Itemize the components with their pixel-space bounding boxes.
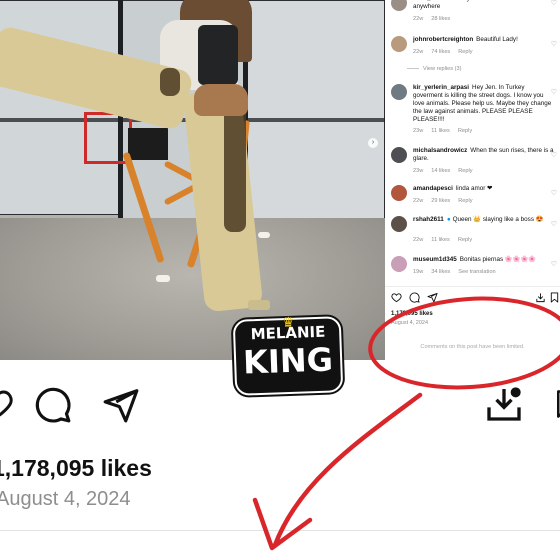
avatar[interactable]	[391, 0, 407, 11]
mini-action-bar	[391, 292, 559, 304]
comment-text: Beautiful Lady!	[476, 36, 518, 43]
heart-icon[interactable]	[391, 292, 402, 303]
chair-back	[128, 128, 168, 160]
comment-time: 22w	[413, 198, 424, 204]
comment-reply[interactable]: Reply	[458, 198, 472, 204]
comment-like-icon[interactable]: ♡	[551, 0, 557, 7]
comment-likes[interactable]: 74 likes	[431, 49, 450, 55]
tent-panel-right	[245, 0, 385, 222]
comment-text: linda amor ❤	[455, 185, 493, 192]
share-icon[interactable]	[427, 292, 438, 303]
comment-likes[interactable]: 11 likes	[431, 237, 450, 243]
vest	[198, 25, 238, 85]
mini-post-date: August 4, 2024	[391, 320, 429, 326]
comment-likes[interactable]: 29 likes	[431, 198, 450, 204]
carousel-next-icon[interactable]: ›	[368, 138, 378, 148]
big-post-date: August 4, 2024	[0, 488, 131, 510]
comment-like-icon[interactable]: ♡	[551, 151, 557, 159]
comment-reply[interactable]: Reply	[458, 168, 472, 174]
pants-stain	[224, 102, 246, 232]
comment-username[interactable]: amandapesci	[413, 185, 453, 192]
comment-likes[interactable]: 11 likes	[431, 128, 450, 134]
shoe	[248, 300, 270, 310]
comment-time: 22w	[413, 16, 424, 22]
bookmark-icon[interactable]	[552, 384, 560, 424]
comment-username[interactable]: kir_yerlerin_arpasi	[413, 84, 469, 91]
comment-like-icon[interactable]: ♡	[551, 40, 557, 48]
verified-badge-icon: ●	[446, 216, 451, 223]
comments-panel: 1303_matthewAny ideas about travel this …	[385, 0, 560, 360]
comment-body: amandapesci linda amor ❤	[413, 185, 555, 193]
comment-likes[interactable]: 14 likes	[431, 168, 450, 174]
melanie-king-logo: ♛ MELANIE KING	[232, 310, 344, 396]
comment-body: michalsandrowicz When the sun rises, ther…	[413, 147, 555, 163]
logo-line-2: KING	[242, 340, 334, 382]
mini-likes-count[interactable]: 1,178,095 likes	[391, 311, 433, 317]
divider	[0, 530, 560, 531]
comment-meta: 22w 74 likes Reply	[413, 49, 481, 55]
comment-username[interactable]: rshah2611	[413, 216, 444, 223]
avatar[interactable]	[391, 84, 407, 100]
post-photo[interactable]	[0, 0, 385, 360]
comment-body: kir_yerlerin_arpasi Hey Jen. In Turkey go…	[413, 84, 555, 124]
comment-icon[interactable]	[34, 386, 72, 424]
comment-time: 19w	[413, 269, 424, 275]
download-icon[interactable]	[535, 292, 546, 303]
bookmark-icon[interactable]	[549, 292, 560, 303]
avatar[interactable]	[391, 36, 407, 52]
comment-username[interactable]: michalsandrowicz	[413, 147, 467, 154]
comment-time: 23w	[413, 168, 424, 174]
big-likes-count[interactable]: 1,178,095 likes	[0, 455, 152, 482]
comment-likes[interactable]: 28 likes	[431, 16, 450, 22]
comments-limited-notice: Comments on this post have been limited.	[420, 344, 525, 350]
divider	[385, 286, 560, 287]
comment-reply[interactable]: Reply	[458, 128, 472, 134]
comment-text: Bonitas piernas 🌸🌸🌸🌸	[459, 256, 537, 263]
handbag	[194, 84, 248, 116]
share-icon[interactable]	[102, 386, 140, 424]
download-icon[interactable]	[484, 384, 524, 424]
comment-meta: 19w 34 likes See translation	[413, 269, 504, 275]
avatar[interactable]	[391, 256, 407, 272]
comment-like-icon[interactable]: ♡	[551, 88, 557, 96]
avatar[interactable]	[391, 147, 407, 163]
comment-reply[interactable]: Reply	[458, 49, 472, 55]
avatar[interactable]	[391, 185, 407, 201]
comment-meta: 23w 11 likes Reply	[413, 128, 480, 134]
comment-like-icon[interactable]: ♡	[551, 260, 557, 268]
comment-meta: 23w 14 likes Reply	[413, 168, 481, 174]
avatar[interactable]	[391, 216, 407, 232]
comment-body: johnrobertcreighton Beautiful Lady!	[413, 36, 555, 44]
comment-username[interactable]: johnrobertcreighton	[413, 36, 473, 43]
comment-reply[interactable]: Reply	[458, 237, 472, 243]
comment-username[interactable]: 1303_matthew	[413, 0, 456, 2]
heart-icon[interactable]	[0, 386, 14, 422]
comment-meta: 22w 11 likes Reply	[413, 237, 480, 243]
comment-time: 22w	[413, 237, 424, 243]
comment-like-icon[interactable]: ♡	[551, 220, 557, 228]
comment-body: museum1d345 Bonitas piernas 🌸🌸🌸🌸	[413, 256, 555, 264]
comment-body: rshah2611 ● Queen 👑 slaying like a boss 😍	[413, 216, 555, 224]
comment-likes[interactable]: 34 likes	[431, 269, 450, 275]
comment-meta: 22w 28 likes	[413, 16, 458, 22]
pants-stain-2	[160, 68, 180, 96]
view-replies-link[interactable]: View replies (3)	[407, 66, 461, 72]
comment-body: 1303_matthewAny ideas about travel this …	[413, 0, 555, 11]
chair-foot-1	[156, 275, 170, 282]
comment-username[interactable]: museum1d345	[413, 256, 457, 263]
comment-like-icon[interactable]: ♡	[551, 189, 557, 197]
comment-time: 22w	[413, 49, 424, 55]
comment-icon[interactable]	[409, 292, 420, 303]
chair-foot-3	[258, 232, 270, 238]
comment-text: Queen 👑 slaying like a boss 😍	[452, 216, 544, 223]
comment-reply[interactable]: See translation	[458, 269, 495, 275]
comment-meta: 22w 29 likes Reply	[413, 198, 481, 204]
comment-time: 23w	[413, 128, 424, 134]
